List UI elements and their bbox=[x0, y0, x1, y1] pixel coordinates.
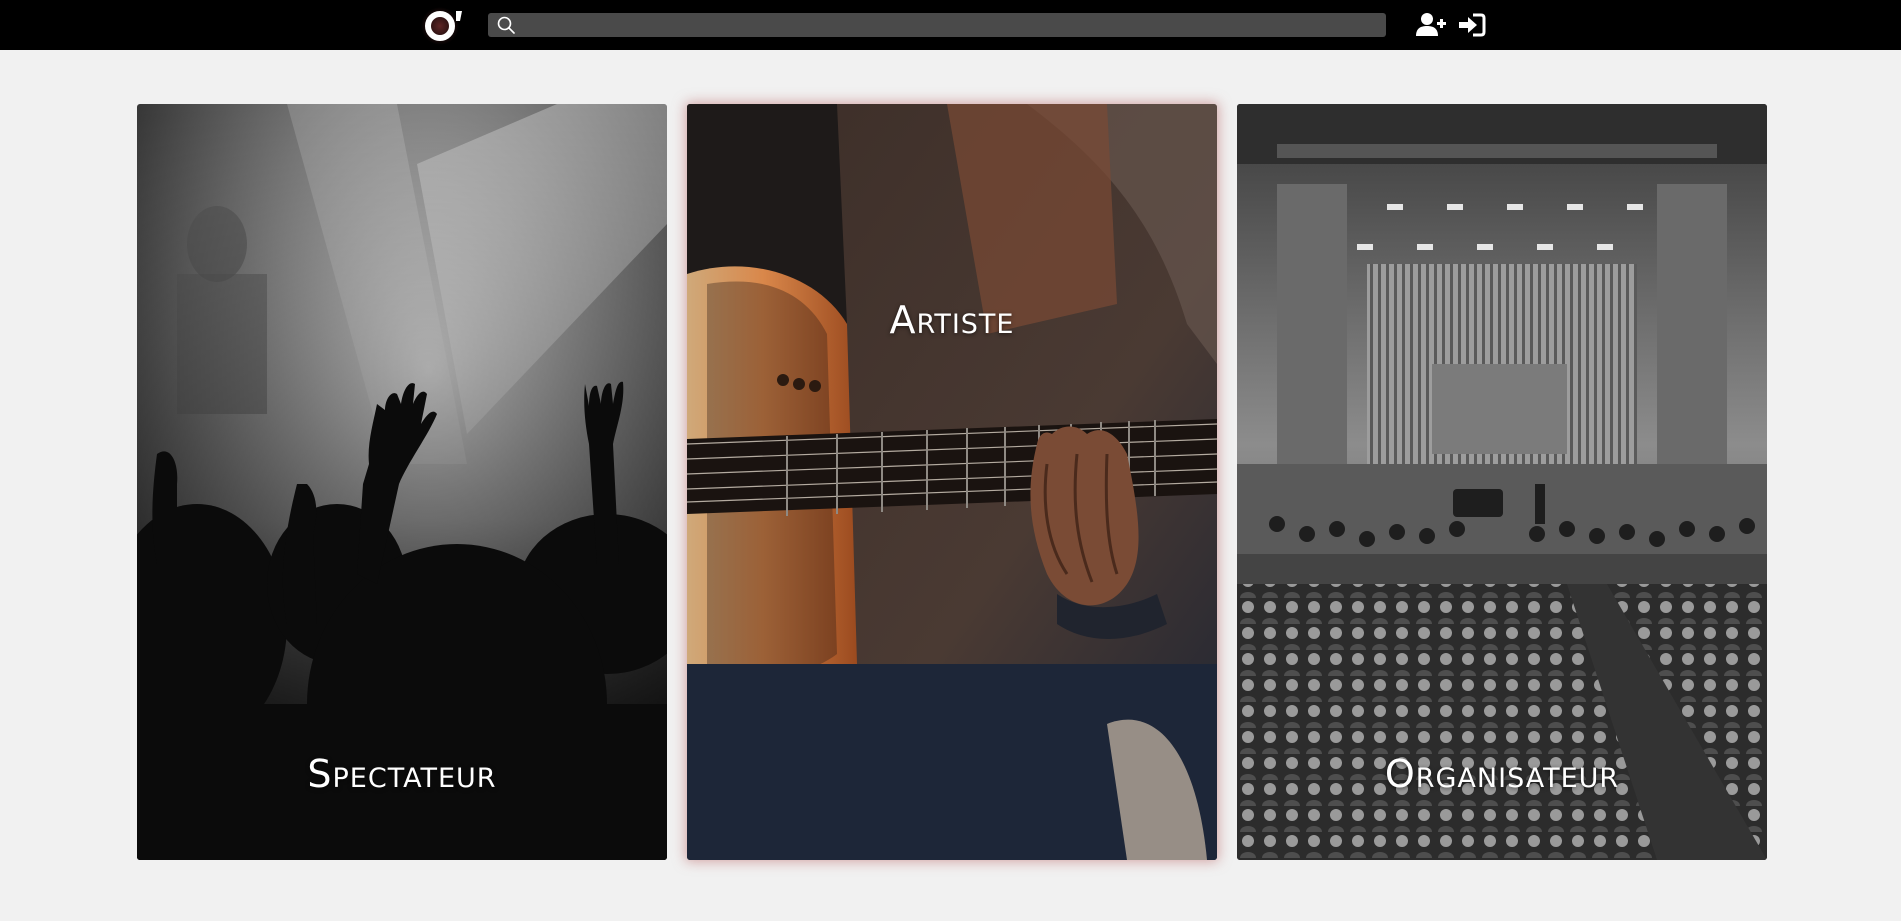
search-input[interactable] bbox=[522, 13, 1382, 37]
role-card-spectateur[interactable]: Spectateur bbox=[137, 104, 667, 860]
register-button[interactable] bbox=[1416, 12, 1446, 38]
concert-crowd-image bbox=[137, 104, 667, 860]
guitarist-image bbox=[687, 104, 1217, 860]
role-card-organisateur[interactable]: Organisateur bbox=[1237, 104, 1767, 860]
brand-logo[interactable] bbox=[420, 5, 470, 45]
top-navigation-bar bbox=[0, 0, 1901, 50]
card-label: Artiste bbox=[889, 298, 1015, 342]
card-label: Organisateur bbox=[1384, 752, 1620, 796]
orchestra-hall-image bbox=[1237, 104, 1767, 860]
login-button[interactable] bbox=[1457, 12, 1487, 38]
card-label: Spectateur bbox=[307, 752, 497, 796]
role-card-artiste[interactable]: Artiste bbox=[687, 104, 1217, 860]
user-plus-icon bbox=[1416, 13, 1446, 36]
sign-in-icon bbox=[1459, 13, 1486, 37]
search-icon[interactable] bbox=[496, 15, 516, 35]
logo-icon bbox=[421, 7, 462, 45]
